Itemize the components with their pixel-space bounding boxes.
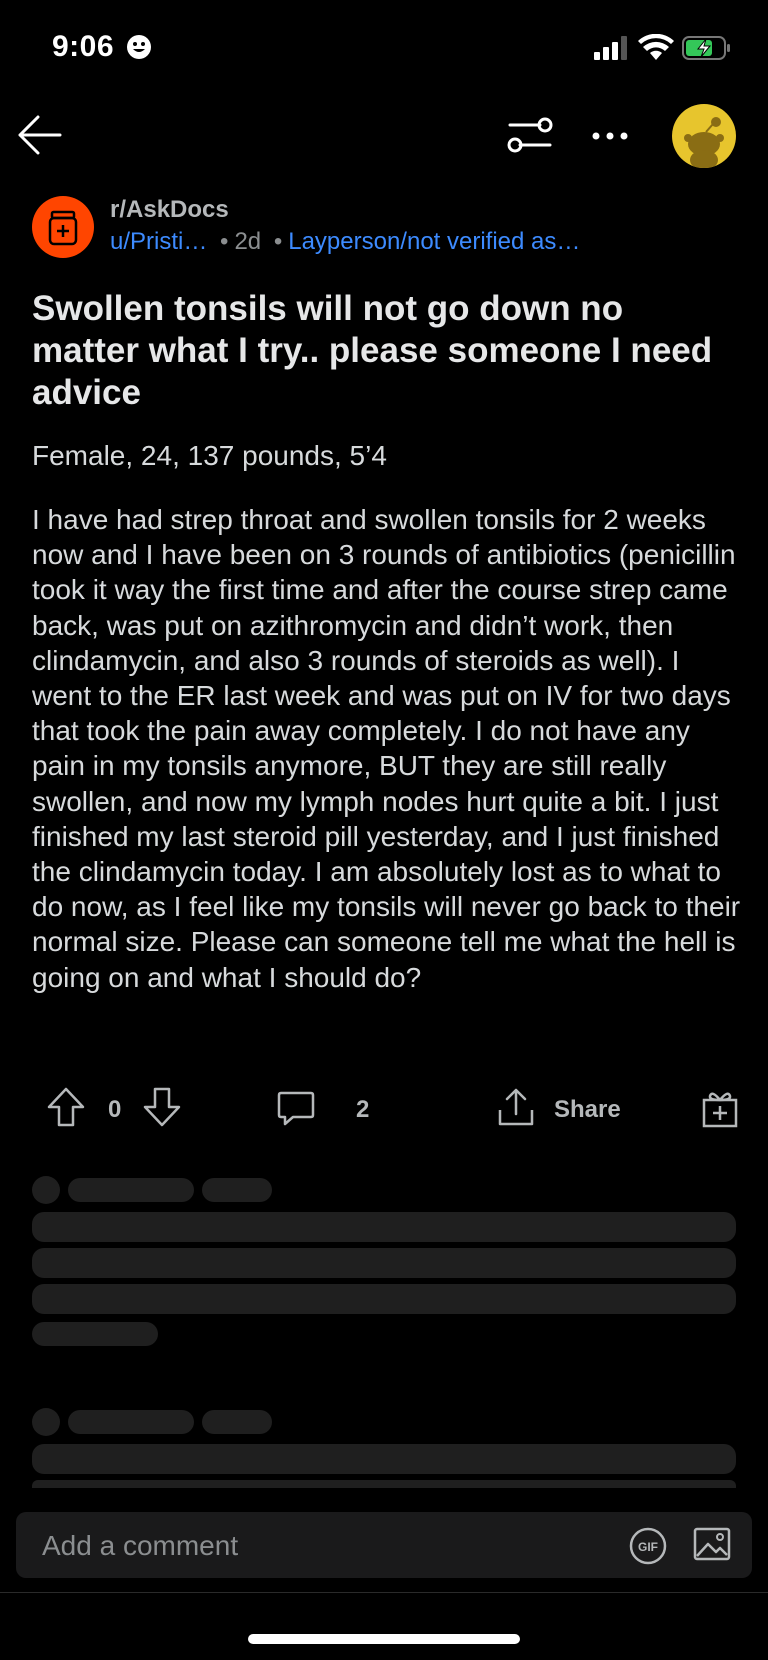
svg-text:GIF: GIF: [638, 1540, 658, 1554]
comment-placeholder: Add a comment: [42, 1530, 239, 1561]
share-icon[interactable]: [496, 1086, 536, 1128]
post-meta: u/Pristi… • 2d • Layperson/not verified as…: [110, 228, 580, 256]
award-gift-icon[interactable]: [700, 1088, 740, 1128]
battery-charging-icon: [682, 36, 730, 60]
skeleton-line: [32, 1480, 736, 1488]
skeleton-line: [32, 1444, 736, 1474]
skeleton-line: [32, 1322, 158, 1346]
back-arrow-icon[interactable]: [14, 112, 64, 158]
status-bar: 9:06: [0, 0, 768, 96]
subreddit-icon[interactable]: [32, 196, 94, 258]
post-demographics: Female, 24, 137 pounds, 5’4: [32, 440, 387, 471]
sliders-icon[interactable]: [506, 114, 554, 156]
comment-count[interactable]: 2: [356, 1096, 369, 1124]
cell-signal-icon: [594, 36, 627, 60]
upvote-icon[interactable]: [46, 1086, 86, 1128]
post-age: 2d: [234, 228, 262, 255]
separator-dot: •: [220, 228, 229, 255]
post-title: Swollen tonsils will not go down no matt…: [32, 289, 713, 412]
skeleton-line: [202, 1410, 272, 1434]
comment-icon[interactable]: [276, 1088, 316, 1128]
snoo-avatar-icon: [684, 117, 724, 168]
skeleton-line: [68, 1178, 194, 1202]
share-button[interactable]: Share: [554, 1096, 621, 1124]
more-options-icon[interactable]: [590, 124, 630, 148]
status-time: 9:06: [52, 30, 115, 63]
author-link[interactable]: u/Pristi…: [110, 228, 207, 255]
separator-dot: •: [273, 228, 283, 255]
home-indicator[interactable]: [248, 1634, 520, 1644]
skeleton-line: [68, 1410, 194, 1434]
image-upload-icon[interactable]: [692, 1524, 732, 1564]
gif-icon[interactable]: GIF: [628, 1526, 668, 1566]
skeleton-line: [32, 1212, 736, 1242]
medical-bottle-icon: [48, 210, 78, 246]
skeleton-line: [32, 1284, 736, 1314]
post-actions: 0 2 Share: [0, 1086, 768, 1130]
post-body: I have had strep throat and swollen tons…: [32, 504, 741, 993]
skeleton-avatar: [32, 1176, 60, 1204]
skeleton-line: [202, 1178, 272, 1202]
downvote-icon[interactable]: [142, 1086, 182, 1128]
skeleton-avatar: [32, 1408, 60, 1436]
user-flair[interactable]: Layperson/not verified as…: [288, 228, 580, 255]
divider: [0, 1592, 768, 1593]
vote-score: 0: [108, 1096, 122, 1123]
skeleton-line: [32, 1248, 736, 1278]
user-avatar[interactable]: [672, 104, 736, 168]
smiley-icon: [127, 35, 151, 59]
wifi-icon: [638, 34, 674, 60]
subreddit-name[interactable]: r/AskDocs: [110, 196, 229, 224]
comment-input[interactable]: Add a comment GIF: [16, 1512, 752, 1578]
